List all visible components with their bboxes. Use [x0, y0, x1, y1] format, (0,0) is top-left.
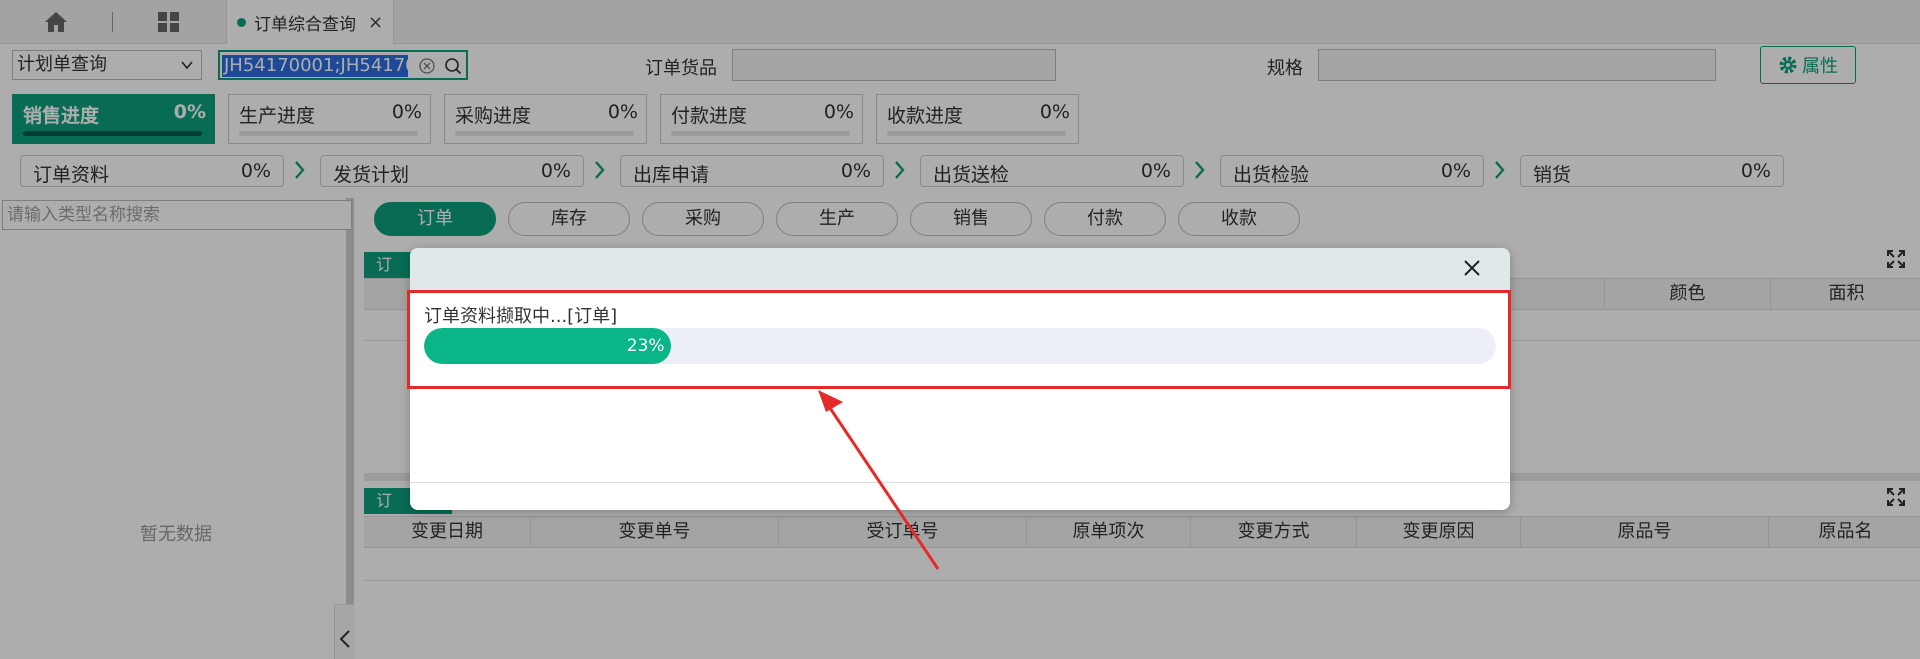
- progress-text: 23%: [626, 336, 665, 356]
- close-icon[interactable]: [1462, 258, 1482, 278]
- dialog-header: [410, 248, 1510, 290]
- progress-fill: 23%: [424, 328, 671, 364]
- dialog-footer-divider: [410, 482, 1510, 483]
- loading-message: 订单资料撷取中...[订单]: [424, 306, 618, 327]
- progress-track: 23%: [424, 328, 1496, 364]
- loading-dialog: 订单资料撷取中...[订单] 23%: [410, 248, 1510, 510]
